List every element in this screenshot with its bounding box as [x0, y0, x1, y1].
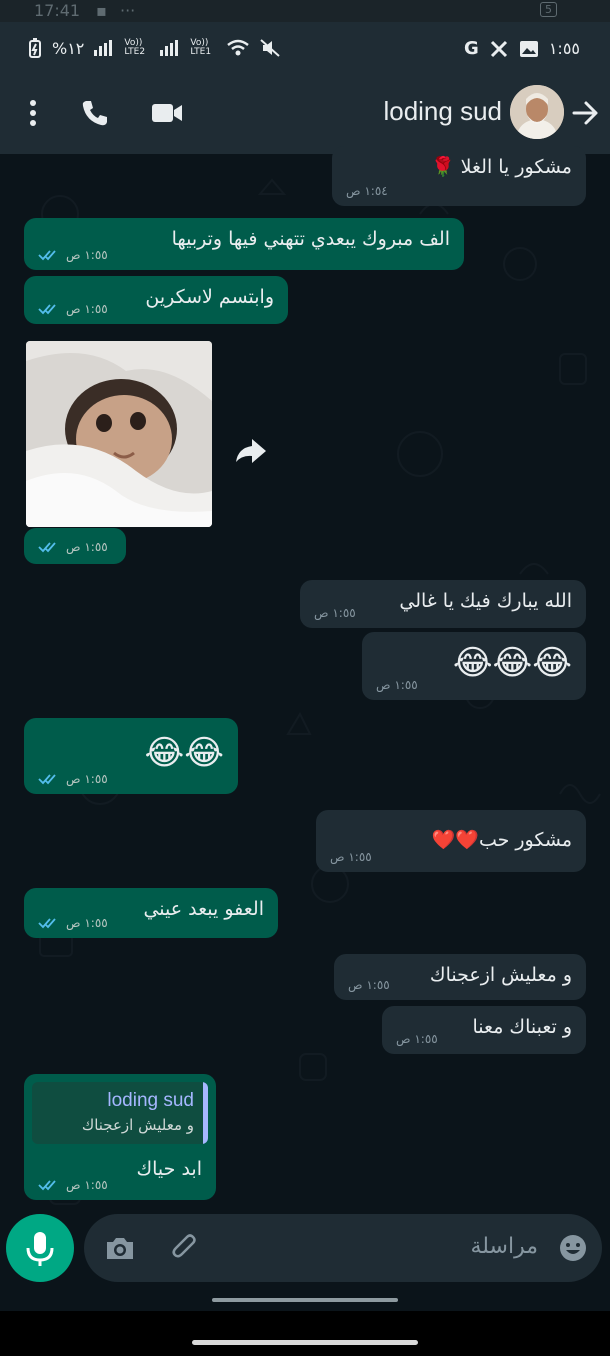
arrow-right-icon[interactable] [568, 96, 602, 130]
navigation-bar [0, 1298, 610, 1356]
mute-icon [260, 39, 281, 57]
chat-header: loding sud [0, 78, 610, 154]
composer: مراسلة [0, 1210, 610, 1286]
contact-name[interactable]: loding sud [383, 96, 502, 127]
message-bubble-outgoing[interactable]: العفو يبعد عيني ١:٥٥ ص [24, 888, 278, 938]
message-bubble-outgoing[interactable]: 😂😂 ١:٥٥ ص [24, 718, 238, 794]
ghost-time: 17:41 [34, 1, 81, 20]
quote-bar [203, 1082, 208, 1144]
google-icon: G [464, 38, 479, 59]
camera-icon[interactable] [104, 1234, 136, 1262]
battery-icon [29, 38, 41, 58]
message-time: ١:٥٤ ص [346, 184, 388, 198]
message-text: الف مبروك يبعدي تتهني فيها وتربيها [171, 228, 450, 250]
message-time: ١:٥٥ ص [66, 302, 108, 316]
signal-icon-2 [160, 40, 179, 56]
message-time: ١:٥٥ ص [314, 606, 356, 620]
double-check-icon [38, 918, 56, 929]
message-text: و معليش ازعجناك [429, 964, 572, 986]
no-location-icon [490, 40, 507, 57]
ghost-status-bar: 17:41 ▪ ··· 5 [0, 0, 610, 22]
message-text: 😂😂 [144, 733, 224, 773]
message-text: مشكور يا الغلا 🌹 [430, 156, 572, 178]
more-vert-icon[interactable] [20, 98, 46, 128]
message-bubble-incoming[interactable]: مشكور حب❤️❤️ ١:٥٥ ص [316, 810, 586, 872]
photo-message[interactable] [26, 341, 212, 527]
double-check-icon [38, 304, 56, 315]
avatar[interactable] [510, 85, 564, 139]
gallery-icon [519, 40, 538, 57]
gesture-handle[interactable] [192, 1340, 418, 1345]
clock: ١:٥٥ [548, 39, 580, 58]
double-check-icon [38, 250, 56, 261]
quoted-message[interactable]: loding sud و معليش ازعجناك [32, 1082, 208, 1144]
emoji-icon[interactable] [558, 1233, 588, 1263]
message-bubble-outgoing[interactable]: وابتسم لاسكرين ١:٥٥ ص [24, 276, 288, 324]
message-time: ١:٥٥ ص [330, 850, 372, 864]
message-text: و تعبناك معنا [472, 1016, 573, 1038]
baby-photo [26, 341, 212, 527]
message-meta: ١:٥٥ ص [38, 916, 108, 930]
forward-icon[interactable] [230, 434, 270, 468]
double-check-icon [38, 774, 56, 785]
message-text: الله يبارك فيك يا غالي [399, 590, 572, 612]
message-meta: ١:٥٥ ص [38, 248, 108, 262]
message-time: ١:٥٥ ص [66, 1178, 108, 1192]
message-text: العفو يبعد عيني [143, 898, 264, 920]
message-bubble-incoming[interactable]: مشكور يا الغلا 🌹 ١:٥٤ ص [332, 146, 586, 206]
message-bubble-incoming[interactable]: و معليش ازعجناك ١:٥٥ ص [334, 954, 586, 1000]
gesture-handle-ghost [212, 1298, 398, 1302]
message-time: ١:٥٥ ص [396, 1032, 438, 1046]
ghost-battery: 5 [540, 2, 557, 17]
quoted-sender: loding sud [107, 1090, 194, 1111]
mic-button[interactable] [6, 1214, 74, 1282]
message-time: ١:٥٥ ص [66, 772, 108, 786]
signal-icon [94, 40, 113, 56]
message-input[interactable]: مراسلة [84, 1214, 602, 1282]
message-time: ١:٥٥ ص [376, 678, 418, 692]
attach-icon[interactable] [170, 1232, 202, 1264]
message-meta: ١:٥٥ ص [38, 1178, 108, 1192]
message-meta: ١:٥٥ ص [38, 772, 108, 786]
sim1-label: Vo)) LTE2 [124, 38, 146, 57]
message-time: ١:٥٥ ص [348, 978, 390, 992]
video-call-icon[interactable] [150, 100, 184, 126]
wifi-icon [227, 39, 250, 56]
message-text: ابد حياك [136, 1158, 202, 1180]
message-time: ١:٥٥ ص [66, 540, 108, 554]
message-bubble-reply[interactable]: loding sud و معليش ازعجناك ابد حياك ١:٥٥… [24, 1074, 216, 1200]
message-bubble-outgoing[interactable]: الف مبروك يبعدي تتهني فيها وتربيها ١:٥٥ … [24, 218, 464, 270]
message-bubble-incoming[interactable]: و تعبناك معنا ١:٥٥ ص [382, 1006, 586, 1054]
message-text: مشكور حب❤️❤️ [431, 829, 572, 851]
message-time: ١:٥٥ ص [66, 916, 108, 930]
battery-percent: %١٢ [52, 38, 85, 58]
double-check-icon [38, 1180, 56, 1191]
message-text: 😂😂😂 [452, 643, 572, 683]
message-placeholder: مراسلة [470, 1234, 538, 1259]
status-bar: %١٢ Vo)) LTE2 Vo)) LTE1 G ١:٥٥ [0, 22, 610, 78]
message-bubble-incoming[interactable]: الله يبارك فيك يا غالي ١:٥٥ ص [300, 580, 586, 628]
ghost-notification-icon: ▪ [96, 1, 107, 20]
ghost-dots: ··· [120, 1, 136, 20]
photo-meta-bubble: ١:٥٥ ص [24, 528, 126, 564]
avatar-image [510, 85, 564, 139]
sim2-label: Vo)) LTE1 [190, 38, 212, 57]
phone-icon[interactable] [80, 98, 110, 128]
message-text: وابتسم لاسكرين [145, 286, 274, 308]
double-check-icon [38, 542, 56, 553]
message-bubble-incoming[interactable]: 😂😂😂 ١:٥٥ ص [362, 632, 586, 700]
quoted-text: و معليش ازعجناك [81, 1116, 194, 1134]
message-meta: ١:٥٥ ص [38, 540, 108, 554]
message-time: ١:٥٥ ص [66, 248, 108, 262]
message-meta: ١:٥٥ ص [38, 302, 108, 316]
mic-icon [26, 1232, 54, 1266]
